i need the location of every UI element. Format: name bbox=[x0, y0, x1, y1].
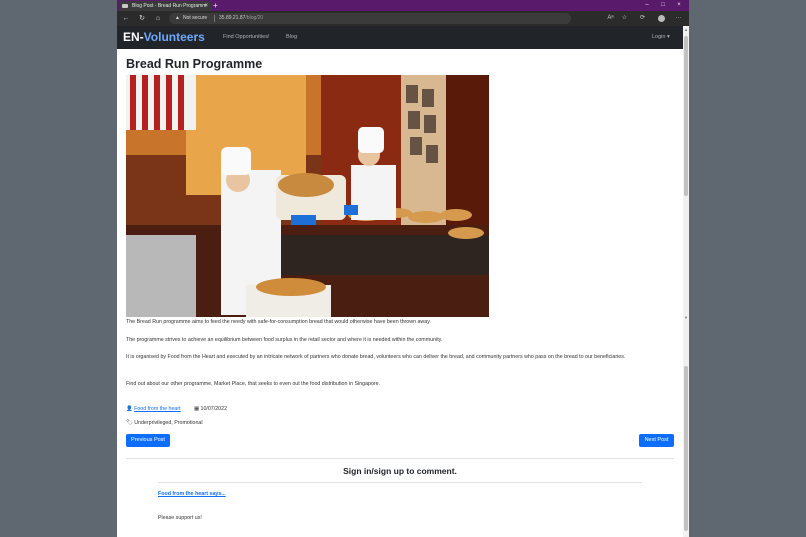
nav-blog[interactable]: Blog bbox=[286, 26, 297, 49]
comment-text: Please support us! bbox=[158, 515, 202, 521]
next-post-button[interactable]: Next Post bbox=[639, 434, 674, 447]
comment-author-link[interactable]: Food from the heart says... bbox=[158, 491, 226, 497]
profile-avatar[interactable] bbox=[658, 15, 665, 22]
menu-icon[interactable]: ··· bbox=[674, 11, 683, 26]
author-link[interactable]: Food from the heart bbox=[134, 406, 181, 412]
close-window-button[interactable]: × bbox=[674, 0, 684, 11]
read-aloud-icon[interactable]: Aᵃ bbox=[606, 11, 615, 26]
comment-heading: Sign in/sign up to comment. bbox=[343, 466, 457, 476]
scroll-down-icon[interactable]: ▼ bbox=[683, 315, 689, 320]
favicon-icon bbox=[122, 4, 128, 8]
post-paragraph: The Bread Run programme aims to feed the… bbox=[126, 319, 431, 325]
post-paragraph: It is organised by Food from the Heart a… bbox=[126, 354, 626, 360]
author-meta: 👤 Food from the heart bbox=[126, 405, 181, 413]
comment-author: Food from the heart says... bbox=[158, 490, 226, 498]
brand-logo[interactable]: EN-Volunteers bbox=[123, 26, 205, 49]
post-paragraph: The programme strives to achieve an equi… bbox=[126, 337, 443, 343]
tags-meta: 🏷 Underprivileged, Promotional bbox=[126, 419, 203, 427]
new-tab-button[interactable]: + bbox=[213, 0, 218, 11]
maximize-button[interactable]: □ bbox=[658, 0, 668, 11]
extensions-icon[interactable]: ⟳ bbox=[638, 11, 647, 26]
scroll-up-icon[interactable]: ▲ bbox=[683, 27, 689, 32]
previous-post-button[interactable]: Previous Post bbox=[126, 434, 170, 447]
divider bbox=[126, 458, 674, 459]
address-bar: ← ↻ ⌂ ▲ Not secure 35.89.21.87/blog/20 A… bbox=[117, 11, 689, 26]
post-title: Bread Run Programme bbox=[126, 57, 263, 71]
post-date: 10/07/2022 bbox=[200, 406, 228, 412]
post-image bbox=[126, 75, 489, 317]
warning-icon: ▲ bbox=[175, 15, 180, 21]
site-navbar: EN-Volunteers Find Opportunities! Blog L… bbox=[117, 26, 689, 49]
login-dropdown[interactable]: Login ▾ bbox=[652, 26, 670, 49]
calendar-icon: ▦ bbox=[194, 406, 200, 412]
tab-close-icon[interactable]: × bbox=[204, 1, 208, 11]
home-icon[interactable]: ⌂ bbox=[153, 11, 163, 26]
title-bar: Blog Post - Bread Run Programm × + – □ × bbox=[117, 0, 689, 11]
back-icon[interactable]: ← bbox=[121, 11, 131, 26]
scrollbar-thumb[interactable] bbox=[684, 36, 688, 196]
user-icon: 👤 bbox=[126, 406, 133, 412]
tab-title: Blog Post - Bread Run Programm bbox=[132, 3, 207, 9]
security-label: Not secure bbox=[183, 15, 208, 21]
divider bbox=[214, 15, 215, 22]
favorites-icon[interactable]: ☆ bbox=[620, 11, 629, 26]
minimize-button[interactable]: – bbox=[642, 0, 652, 11]
post-paragraph: Find out about our other programme, Mark… bbox=[126, 381, 381, 387]
scrollbar[interactable]: ▲ ▼ bbox=[683, 26, 689, 537]
url-text: 35.89.21.87/blog/20 bbox=[219, 15, 264, 21]
browser-tab[interactable]: Blog Post - Bread Run Programm × bbox=[119, 1, 211, 11]
browser-window: Blog Post - Bread Run Programm × + – □ ×… bbox=[117, 0, 689, 537]
nav-find-opportunities[interactable]: Find Opportunities! bbox=[223, 26, 269, 49]
post-tags: Underprivileged, Promotional bbox=[134, 420, 203, 426]
date-meta: ▦ 10/07/2022 bbox=[194, 405, 227, 413]
scrollbar-thumb-secondary[interactable] bbox=[684, 366, 688, 531]
url-input[interactable]: ▲ Not secure 35.89.21.87/blog/20 bbox=[169, 13, 571, 24]
tag-icon: 🏷 bbox=[126, 420, 133, 426]
refresh-icon[interactable]: ↻ bbox=[137, 11, 147, 26]
divider bbox=[158, 482, 642, 483]
